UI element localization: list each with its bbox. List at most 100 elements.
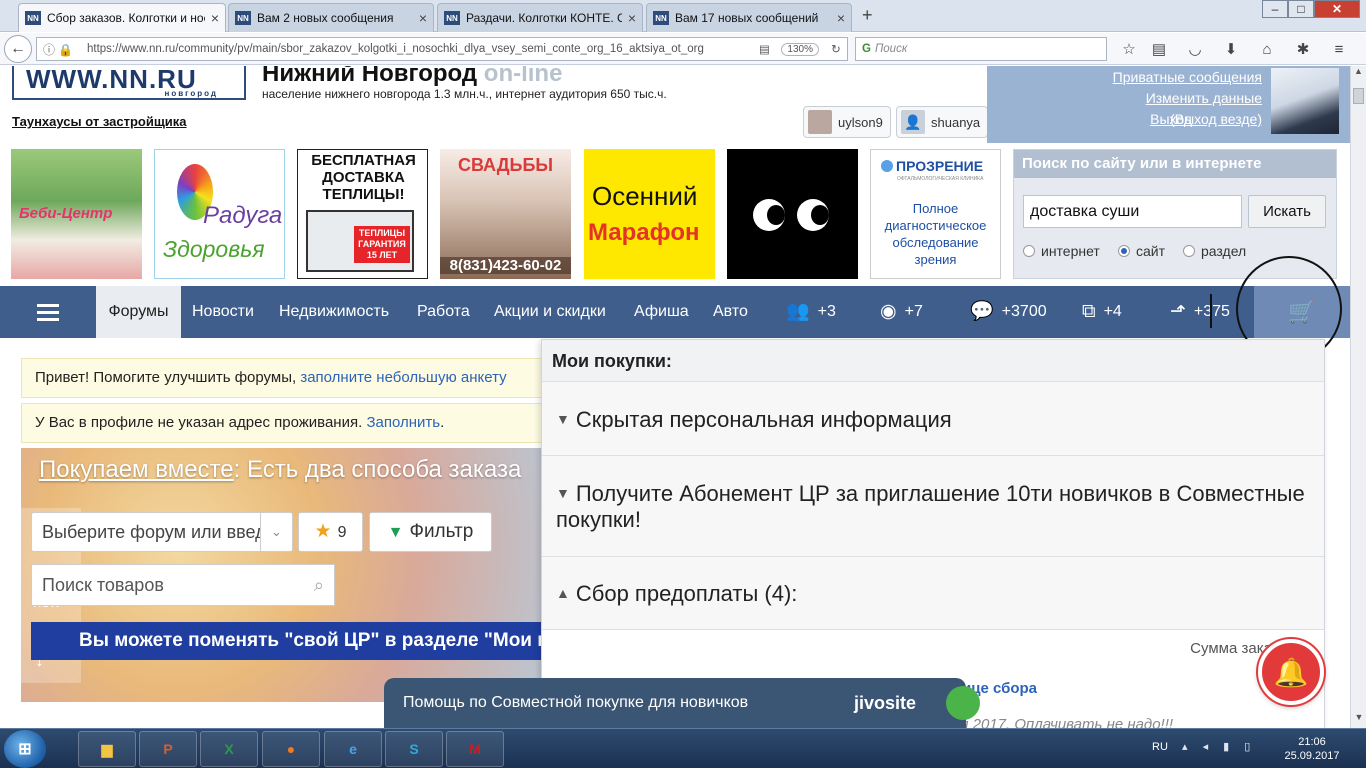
window-minimize-button[interactable]: – [1262,0,1288,18]
stat-squares[interactable]: ⧉ +4 [1082,286,1122,338]
private-messages-link[interactable]: Приватные сообщения [1113,69,1262,85]
user-chip[interactable]: uylson9 [803,106,891,138]
scroll-down-icon[interactable]: ▼ [1351,712,1366,728]
browser-tab-4[interactable]: NN Вам 17 новых сообщений × [646,3,852,32]
jivosite-chat-widget[interactable]: Помощь по Совместной покупке для новичко… [384,678,980,728]
nav-realty[interactable]: Недвижимость [279,286,389,338]
ad-banner-eyes[interactable] [727,149,858,279]
stat-views[interactable]: ◉ +7 [880,286,923,338]
fill-address-link[interactable]: Заполнить [366,414,440,431]
windows-start-button[interactable]: ⊞ [4,730,46,768]
section-subscription[interactable]: ▼ Получите Абонемент ЦР за приглашение 10… [542,456,1324,557]
home-icon[interactable]: ⌂ [1254,37,1280,61]
url-bar[interactable]: ⓘ 🔒 https://www.nn.ru/community/pv/main/… [36,37,848,61]
star-icon: ★ [314,521,332,542]
close-tab-icon[interactable]: × [628,10,636,26]
info-banner[interactable]: Вы можете поменять "свой ЦР" в разделе "… [31,622,546,660]
section-prepayment[interactable]: ▲ Сбор предоплаты (4): [542,557,1324,630]
radio-internet[interactable]: интернет [1023,243,1100,259]
stat-comments[interactable]: 💬 +3700 [970,286,1047,338]
powerpoint-icon[interactable]: P [139,731,197,767]
internet-explorer-icon[interactable]: e [324,731,382,767]
site-search-input[interactable]: доставка суши [1023,195,1242,228]
stat-users[interactable]: 👥 +3 [786,286,836,338]
bookmark-star-icon[interactable]: ☆ [1116,37,1142,61]
online-label: on-line [483,66,563,87]
forum-select[interactable]: Выберите форум или введите ⌄ [31,512,293,552]
menu-icon[interactable]: ≡ [1326,37,1352,61]
edit-profile-link[interactable]: Изменить данные [1146,90,1262,106]
browser-tab-3[interactable]: NN Раздачи. Колготки КОНТЕ. С × [437,3,643,32]
mcafee-icon[interactable]: M [446,731,504,767]
radio-site[interactable]: сайт [1118,243,1165,259]
avatar [808,110,832,134]
townhouse-link[interactable]: Таунхаусы от застройщика [12,114,187,129]
favorites-button[interactable]: ★ 9 [298,512,363,552]
zoom-indicator[interactable]: 130% [781,42,819,56]
pocket-icon[interactable]: ◡ [1182,37,1208,61]
url-text[interactable]: https://www.nn.ru/community/pv/main/sbor… [87,43,753,55]
ad-banner-greenhouse[interactable]: БЕСПЛАТНАЯ ДОСТАВКА ТЕПЛИЦЫ! ТЕПЛИЦЫ ГАР… [297,149,428,279]
window-maximize-button[interactable]: □ [1288,0,1314,18]
notification-bell-icon[interactable]: 🔔 [1258,639,1324,705]
bookmarks-list-icon[interactable]: ▤ [1146,37,1172,61]
new-tab-button[interactable]: + [862,5,873,26]
goods-search-input[interactable]: Поиск товаров ⌕ [31,564,335,606]
chevron-up-icon: ▲ [556,585,570,601]
username: uylson9 [838,114,883,130]
reload-icon[interactable]: ↻ [825,42,847,56]
section-hidden-info[interactable]: ▼ Скрытая персональная информация [542,382,1324,456]
nav-deals[interactable]: Акции и скидки [494,286,606,338]
filter-button[interactable]: ▼ Фильтр [369,512,492,552]
downloads-icon[interactable]: ⬇ [1218,37,1244,61]
nav-news[interactable]: Новости [192,286,254,338]
extension-icon[interactable]: ✱ [1290,37,1316,61]
search-engine-icon: G [862,43,871,55]
site-logo[interactable]: WWW.NN.RU новгород [12,66,246,100]
ad-banner-raduga[interactable]: Радуга Здоровья [154,149,285,279]
nn-favicon-icon: NN [444,11,460,25]
nav-jobs[interactable]: Работа [417,286,470,338]
taskbar-clock[interactable]: 21:06 25.09.2017 [1280,735,1344,763]
reader-view-icon[interactable]: ▤ [753,42,775,56]
nav-auto[interactable]: Авто [713,286,748,338]
skype-icon[interactable]: S [385,731,443,767]
nav-events[interactable]: Афиша [634,286,689,338]
close-tab-icon[interactable]: × [211,10,219,26]
search-icon[interactable]: ⌕ [314,565,324,605]
ad-banner-weddings[interactable]: СВАДЬБЫ 8(831)423-60-02 [440,149,571,279]
chevron-down-icon[interactable]: ⌄ [260,513,292,551]
ad-text: Марафон [588,219,700,246]
ad-brand: ПРОЗРЕНИЕ [881,158,983,174]
logout-link[interactable]: Выход [1150,111,1192,127]
user-chip[interactable]: 👤 shuanya [896,106,988,138]
close-tab-icon[interactable]: × [837,10,845,26]
avatar[interactable] [1271,68,1339,134]
explorer-icon[interactable]: ▆ [78,731,136,767]
page-scrollbar[interactable]: ▲ ▼ [1350,66,1366,728]
site-info-icon[interactable]: ⓘ 🔒 [37,41,87,58]
browser-tab-1[interactable]: NN Сбор заказов. Колготки и носочки × [18,3,226,32]
scroll-thumb[interactable] [1353,88,1364,104]
ad-banner-baby-center[interactable]: Беби-Центр [11,149,142,279]
close-tab-icon[interactable]: × [419,10,427,26]
firefox-icon[interactable]: ● [262,731,320,767]
nav-forums[interactable]: Форумы [96,286,181,338]
system-tray-icons[interactable]: ▴ ◂ ▮ ▯ [1182,740,1256,753]
excel-icon[interactable]: X [200,731,258,767]
language-indicator[interactable]: RU [1152,741,1168,753]
address-notice: У Вас в профиле не указан адрес проживан… [21,403,546,443]
stat-up[interactable]: ⬏ +375 [1170,286,1242,338]
scroll-up-icon[interactable]: ▲ [1351,66,1366,82]
survey-link[interactable]: заполните небольшую анкету [300,369,506,386]
radio-section[interactable]: раздел [1183,243,1246,259]
hamburger-menu-icon[interactable] [0,286,96,338]
browser-search-input[interactable]: G Поиск [855,37,1107,61]
back-button[interactable]: ← [4,35,32,63]
ad-banner-marathon[interactable]: Осенний Марафон [584,149,715,279]
buy-together-link[interactable]: Покупаем вместе [39,456,234,483]
browser-tab-2[interactable]: NN Вам 2 новых сообщения × [228,3,434,32]
window-close-button[interactable]: ✕ [1314,0,1360,18]
ad-banner-prozrenie[interactable]: ПРОЗРЕНИЕ ОФТАЛЬМОЛОГИЧЕСКАЯ КЛИНИКА Пол… [870,149,1001,279]
site-search-button[interactable]: Искать [1248,195,1326,228]
